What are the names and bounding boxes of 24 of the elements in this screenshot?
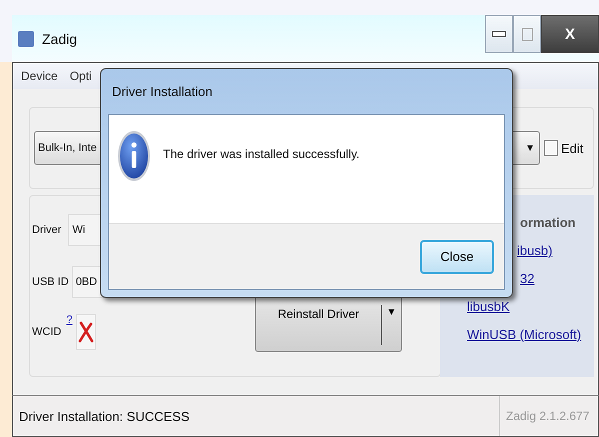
menu-item[interactable]: Opti [70, 69, 92, 83]
driver-link[interactable]: ibusb) [517, 243, 552, 258]
driver-link[interactable]: libusbK [467, 299, 510, 314]
info-icon [117, 130, 151, 182]
close-button[interactable]: X [541, 15, 599, 53]
info-heading: ormation [520, 215, 576, 230]
help-link[interactable]: ? [66, 314, 72, 326]
status-message: Driver Installation: SUCCESS [18, 408, 190, 424]
driver-link[interactable]: WinUSB (Microsoft) [467, 327, 582, 342]
menu-item[interactable]: Device [21, 69, 58, 83]
version-label: Zadig 2.1.2.677 [499, 396, 598, 436]
close-button[interactable]: Close [420, 240, 494, 274]
minimize-button[interactable] [485, 15, 513, 53]
dialog-title: Driver Installation [111, 83, 214, 101]
window-title: Zadig [42, 30, 78, 46]
cross-icon [78, 321, 94, 343]
driver-link[interactable]: 32 [520, 271, 534, 286]
edit-label: Edit [561, 140, 584, 156]
wcid-label: WCID [32, 326, 62, 338]
driver-label: Driver [32, 224, 62, 236]
edit-checkbox[interactable] [544, 140, 558, 156]
dialog-message: The driver was installed successfully. [163, 147, 360, 161]
app-icon [18, 30, 34, 46]
usb-id-label: USB ID [32, 276, 69, 288]
